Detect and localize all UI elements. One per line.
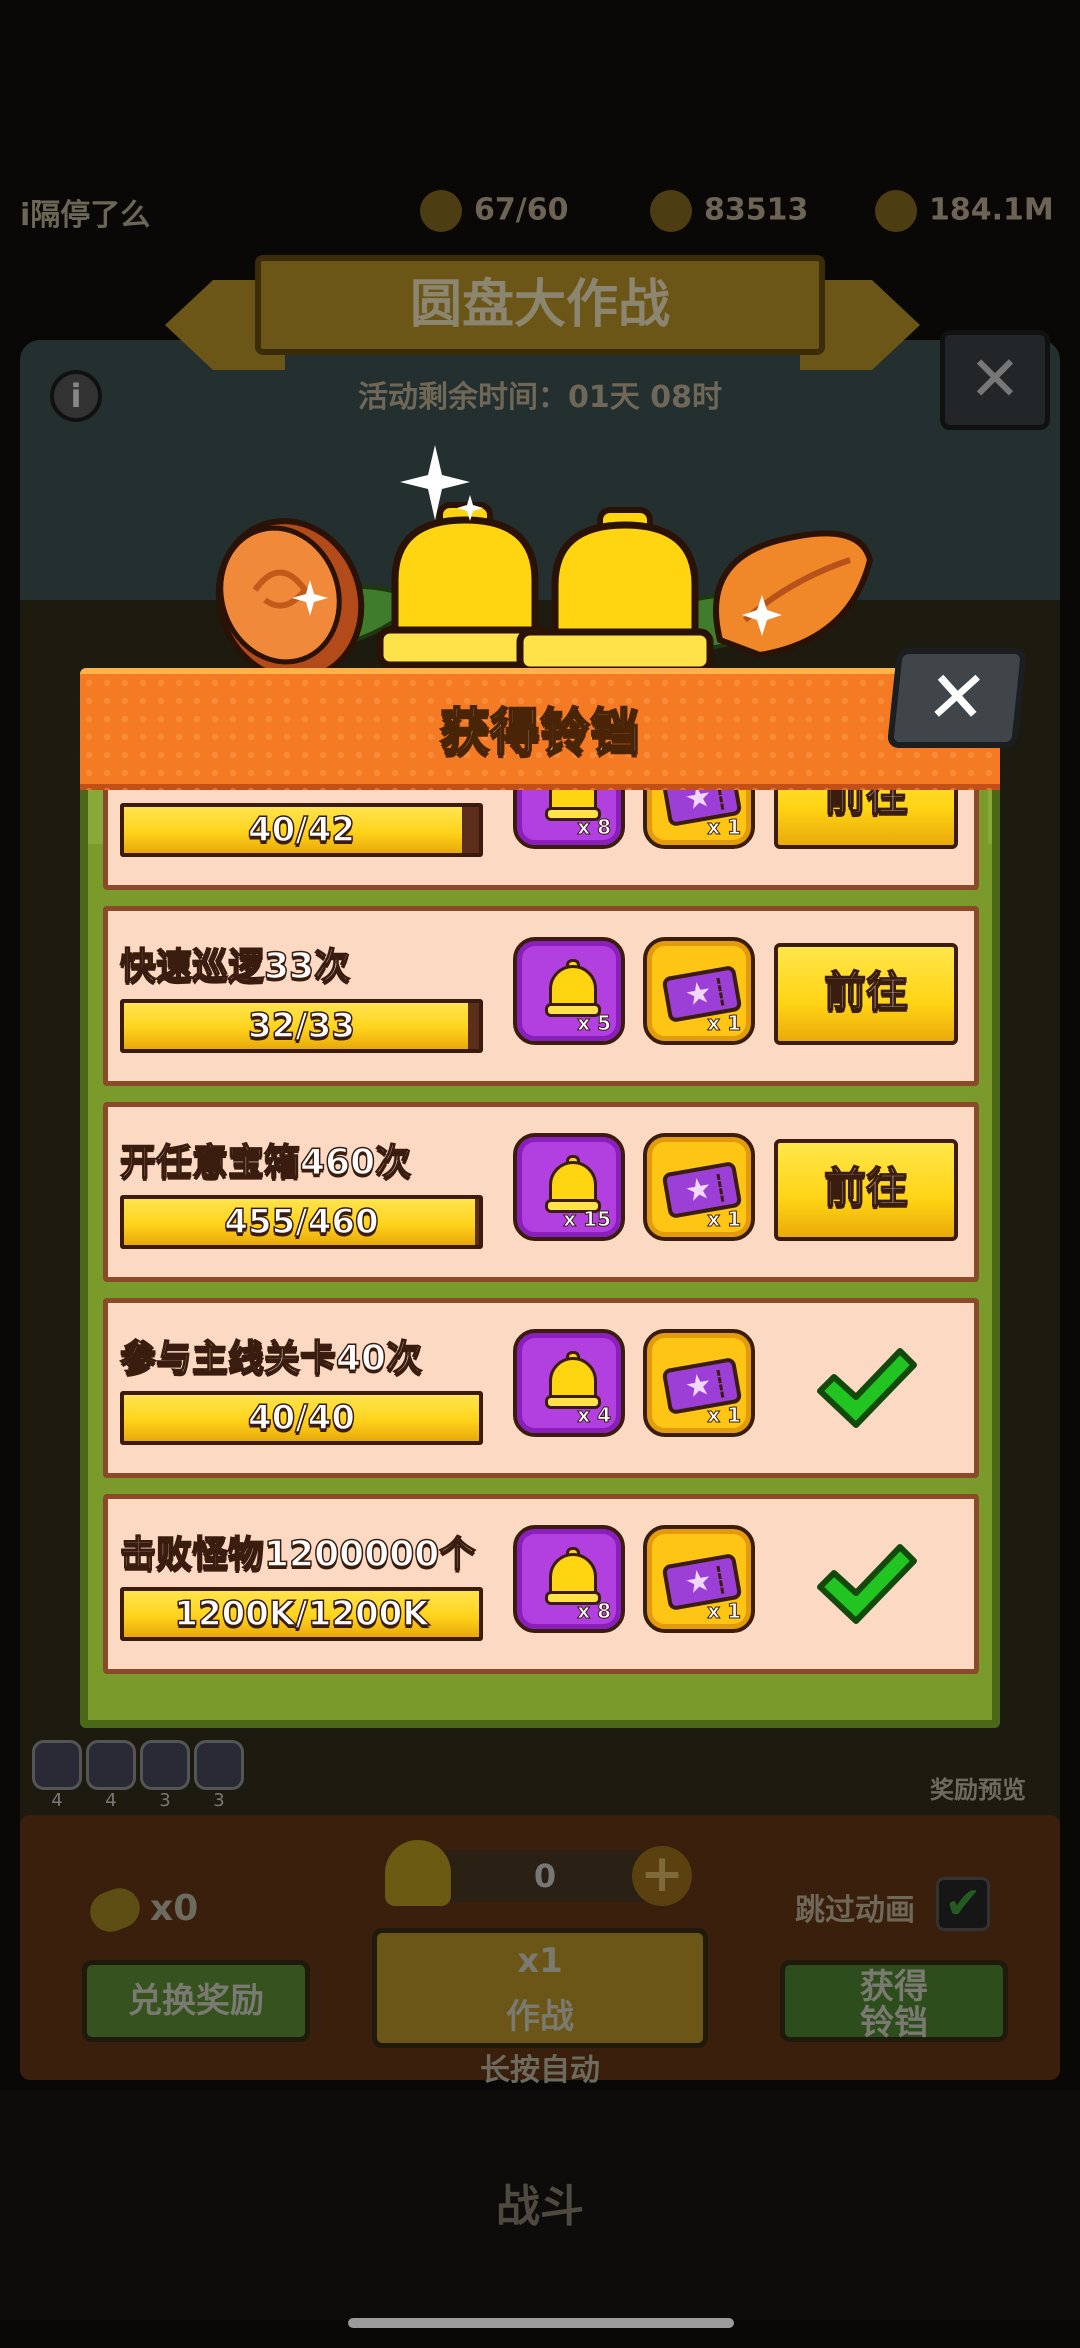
task-progress-bar: 455/460 <box>120 1195 483 1249</box>
reward-preview-label: 奖励预览 <box>930 1776 1026 1804</box>
progress-text: 40/42 <box>247 809 356 851</box>
reward-count: x 1 <box>707 1207 742 1232</box>
task-progress-bar: 40/42 <box>120 803 483 857</box>
task-progress-bar: 40/40 <box>120 1391 483 1445</box>
bell-reward: x 8 <box>513 790 625 849</box>
battle-label: 作战 <box>506 1997 574 2037</box>
buff-icon: 3 <box>194 1740 244 1811</box>
reward-count: x 1 <box>707 1403 742 1428</box>
reward-count: x 4 <box>577 1403 612 1428</box>
reward-count: x 8 <box>577 815 612 840</box>
battle-button: x1 作战 <box>372 1928 708 2048</box>
task-row: 40/42 x 8 ★ x 1 前往 <box>103 790 979 890</box>
corn-count: x0 <box>150 1888 199 1929</box>
ticket-reward: ★ x 1 <box>643 1525 755 1633</box>
bell-reward: x 15 <box>513 1133 625 1241</box>
resource-gold: 184.1M <box>875 190 1054 240</box>
reward-count: x 8 <box>577 1599 612 1624</box>
event-close-icon: ✕ <box>940 330 1050 430</box>
buff-icons: 4433 <box>32 1740 248 1811</box>
bell-reward: x 5 <box>513 937 625 1045</box>
gold-coin-icon <box>875 190 917 232</box>
event-title-banner: 圆盘大作战 <box>255 255 825 355</box>
progress-text: 40/40 <box>247 1397 356 1439</box>
bell-icon <box>545 1155 601 1213</box>
ticket-reward: ★ x 1 <box>643 937 755 1045</box>
task-name: 开任意宝箱460次 <box>119 1141 412 1184</box>
reward-count: x 15 <box>563 1207 612 1232</box>
task-progress-bar: 32/33 <box>120 999 483 1053</box>
ticket-reward: ★ x 1 <box>643 1329 755 1437</box>
home-indicator[interactable] <box>348 2318 734 2328</box>
reward-count: x 1 <box>707 815 742 840</box>
exchange-reward-button: 兑换奖励 <box>82 1960 310 2042</box>
bell-reward: x 4 <box>513 1329 625 1437</box>
task-row: 参与主线关卡40次 40/40 x 4 ★ x 1 <box>103 1298 979 1478</box>
progress-text: 1200K/1200K <box>174 1593 430 1635</box>
bell-reward: x 8 <box>513 1525 625 1633</box>
nav-battle-label: 战斗 <box>496 2181 584 2232</box>
go-button[interactable]: 前往 <box>774 790 958 849</box>
ticket-reward: ★ x 1 <box>643 790 755 849</box>
task-progress-bar: 1200K/1200K <box>120 1587 483 1641</box>
task-name: 参与主线关卡40次 <box>119 1337 423 1380</box>
go-button[interactable]: 前往 <box>774 943 958 1045</box>
ticket-reward: ★ x 1 <box>643 1133 755 1241</box>
obtain-bell-dialog: 获得铃铛 ✕ 40/42 x 8 ★ x 1 前往 快速巡逻33次 32/33 … <box>80 648 1028 1728</box>
task-row: 击败怪物1200000个 1200K/1200K x 8 ★ x 1 <box>103 1494 979 1674</box>
close-x-icon[interactable]: ✕ <box>886 648 1028 748</box>
task-name: 快速巡逻33次 <box>119 945 351 988</box>
task-list[interactable]: 40/42 x 8 ★ x 1 前往 快速巡逻33次 32/33 x 5 ★ x… <box>103 790 979 1712</box>
battle-multiplier: x1 <box>517 1941 563 1981</box>
bell-icon <box>545 1547 601 1605</box>
progress-text: 455/460 <box>224 1201 380 1243</box>
task-row: 开任意宝箱460次 455/460 x 15 ★ x 1 前往 <box>103 1102 979 1282</box>
obtain-bell-line1: 获得 <box>860 1967 928 2007</box>
buff-icon: 3 <box>140 1740 190 1811</box>
skip-animation-label: 跳过动画 <box>795 1893 915 1928</box>
buff-icon: 4 <box>32 1740 82 1811</box>
completed-check-icon <box>817 1348 917 1428</box>
skip-animation-checkbox: ✔ <box>936 1877 990 1931</box>
task-row: 快速巡逻33次 32/33 x 5 ★ x 1 前往 <box>103 906 979 1086</box>
long-press-auto-label: 长按自动 <box>480 2053 600 2088</box>
bell-icon <box>545 1351 601 1409</box>
resource-gem: 83513 <box>650 190 808 240</box>
bell-icon <box>385 1840 451 1906</box>
add-bell-icon: + <box>632 1846 692 1906</box>
info-icon: i <box>50 370 102 422</box>
player-name: i隔停了么 <box>20 198 151 233</box>
reward-count: x 1 <box>707 1599 742 1624</box>
dialog-title: 获得铃铛 <box>439 702 641 762</box>
gem-icon <box>650 190 692 232</box>
energy-icon <box>420 190 462 232</box>
reward-count: x 1 <box>707 1011 742 1036</box>
task-name: 击败怪物1200000个 <box>119 1533 476 1576</box>
obtain-bell-button: 获得 铃铛 <box>780 1960 1008 2042</box>
resource-energy: 67/60 <box>420 190 568 240</box>
obtain-bell-line2: 铃铛 <box>860 2003 928 2043</box>
dialog-body: 40/42 x 8 ★ x 1 前往 快速巡逻33次 32/33 x 5 ★ x… <box>80 790 1000 1728</box>
progress-text: 32/33 <box>247 1005 356 1047</box>
reward-count: x 5 <box>577 1011 612 1036</box>
go-button[interactable]: 前往 <box>774 1139 958 1241</box>
dialog-header: 获得铃铛 <box>80 668 1000 790</box>
completed-check-icon <box>817 1544 917 1624</box>
event-timer: 活动剩余时间：01天 08时 <box>358 380 722 415</box>
bell-icon <box>545 959 601 1017</box>
buff-icon: 4 <box>86 1740 136 1811</box>
